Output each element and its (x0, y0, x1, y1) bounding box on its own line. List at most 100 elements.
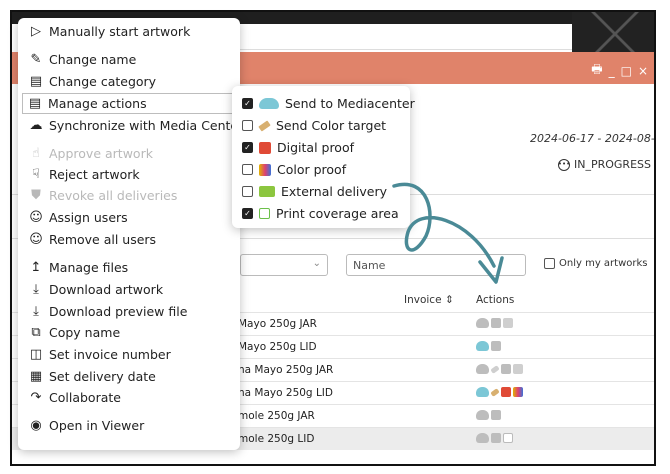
menu-item-download-artwork[interactable]: ⤓ Download artwork (28, 282, 163, 297)
row-actions (476, 341, 501, 351)
checkbox-icon[interactable] (242, 120, 253, 131)
menu-item-reject-artwork[interactable]: ☟ Reject artwork (28, 167, 140, 182)
name-filter-input[interactable] (346, 254, 526, 276)
palette-icon (259, 163, 271, 176)
cloud-icon (476, 387, 489, 397)
checkbox-checked-icon[interactable]: ✓ (242, 208, 253, 219)
pdf-icon (491, 410, 501, 420)
menu-item-manually-start-artwork[interactable]: ▷ Manually start artwork (28, 24, 190, 39)
menu-item-revoke-all-deliveries: ⛊ Revoke all deliveries (28, 188, 177, 203)
truck-icon (259, 186, 275, 197)
submenu-item-label: Send Color target (276, 118, 387, 133)
menu-item-label: Set invoice number (49, 347, 171, 362)
background-toolbar (240, 24, 572, 50)
row-actions (476, 433, 513, 443)
manage-actions-submenu: ✓ Send to Mediacenter Send Color target … (232, 86, 415, 228)
date-range: 2024-06-17 - 2024-08-29 (530, 132, 656, 145)
submenu-item-color-proof[interactable]: Color proof (242, 162, 346, 177)
chevron-down-icon: ⌄ (312, 258, 321, 269)
row-actions (476, 318, 513, 328)
download-icon: ⤓ (33, 304, 39, 319)
filter-select[interactable]: ⌄ (240, 254, 328, 276)
maximize-icon[interactable]: □ (621, 64, 632, 78)
menu-item-manage-actions[interactable]: ▤ Manage actions (22, 93, 238, 114)
cloud-icon (476, 410, 489, 420)
row-name: Mayo 250g LID (238, 341, 317, 353)
checkbox-checked-icon[interactable]: ✓ (242, 142, 253, 153)
invoice-icon: ◫ (29, 347, 43, 362)
pencil-icon (490, 364, 500, 374)
row-name: na Mayo 250g JAR (238, 364, 334, 376)
checkbox-icon[interactable] (242, 186, 253, 197)
actions-column-header: Actions (476, 294, 515, 306)
submenu-item-external-delivery[interactable]: External delivery (242, 184, 387, 199)
status-dots-icon: ••• (558, 158, 570, 171)
close-icon[interactable]: × (638, 64, 648, 78)
row-name: Mayo 250g JAR (238, 318, 317, 330)
menu-item-label: Collaborate (49, 390, 121, 405)
cloud-icon (259, 98, 279, 109)
menu-item-assign-users[interactable]: ☺ Assign users (28, 210, 127, 225)
menu-item-label: Copy name (49, 325, 121, 340)
background-thumbnail (572, 12, 654, 56)
menu-item-copy-name[interactable]: ⧉ Copy name (28, 325, 120, 340)
calendar-icon: ▦ (29, 369, 43, 384)
menu-item-change-name[interactable]: ✎ Change name (28, 52, 137, 67)
pdf-icon (259, 141, 271, 154)
menu-item-set-invoice-number[interactable]: ◫ Set invoice number (28, 347, 171, 362)
menu-item-download-preview-file[interactable]: ⤓ Download preview file (28, 304, 187, 319)
user-plus-icon: ☺ (29, 210, 43, 225)
menu-item-label: Revoke all deliveries (49, 188, 178, 203)
pdf-icon (501, 364, 511, 374)
row-actions (476, 364, 523, 374)
truck-icon: ⛊ (31, 188, 41, 203)
menu-item-set-delivery-date[interactable]: ▦ Set delivery date (28, 369, 156, 384)
cloud-icon (476, 433, 489, 443)
menu-item-remove-all-users[interactable]: ☺ Remove all users (28, 232, 156, 247)
menu-item-label: Manage files (49, 260, 129, 275)
thumbs-up-icon: ☝ (32, 146, 40, 161)
thumbs-down-icon: ☟ (32, 167, 40, 182)
checkbox-icon[interactable] (544, 258, 555, 269)
submenu-item-send-to-mediacenter[interactable]: ✓ Send to Mediacenter (242, 96, 415, 111)
menu-item-label: Synchronize with Media Center (49, 118, 244, 133)
pdf-icon (491, 318, 501, 328)
submenu-item-label: Digital proof (277, 140, 355, 155)
submenu-item-digital-proof[interactable]: ✓ Digital proof (242, 140, 354, 155)
only-my-artworks-label: Only my artworks (559, 258, 648, 269)
palette-icon (513, 387, 523, 397)
submenu-item-print-coverage-area[interactable]: ✓ Print coverage area (242, 206, 399, 221)
only-my-artworks-checkbox[interactable]: Only my artworks (544, 258, 648, 269)
menu-item-label: Change category (49, 74, 157, 89)
checkbox-icon[interactable] (242, 164, 253, 175)
eye-icon: ◉ (30, 418, 42, 433)
menu-item-label: Download artwork (49, 282, 164, 297)
row-actions (476, 387, 523, 397)
printer-stack-icon: ▤ (29, 74, 43, 89)
row-name: mole 250g LID (238, 433, 315, 445)
menu-item-label: Manually start artwork (49, 24, 191, 39)
status-text: IN_PROGRESS (574, 158, 651, 171)
menu-item-label: Open in Viewer (49, 418, 145, 433)
menu-item-approve-artwork: ☝ Approve artwork (28, 146, 153, 161)
menu-item-collaborate[interactable]: ↷ Collaborate (28, 390, 121, 405)
menu-item-synchronize-media-center[interactable]: ☁ Synchronize with Media Center (28, 118, 244, 133)
pencil-icon: ✎ (30, 52, 42, 67)
invoice-column-header[interactable]: Invoice ⇕ (404, 294, 454, 306)
minimize-icon[interactable]: _ (609, 64, 615, 78)
menu-item-open-in-viewer[interactable]: ◉ Open in Viewer (28, 418, 144, 433)
monitor-icon[interactable]: 🖶 (591, 60, 602, 81)
menu-item-manage-files[interactable]: ↥ Manage files (28, 260, 129, 275)
checkbox-checked-icon[interactable]: ✓ (242, 98, 253, 109)
menu-item-label: Reject artwork (49, 167, 140, 182)
submenu-item-label: Color proof (277, 162, 347, 177)
printer-stack-icon: ▤ (28, 96, 42, 111)
cloud-icon (476, 341, 489, 351)
submenu-item-label: External delivery (281, 184, 388, 199)
upload-icon: ↥ (30, 260, 42, 275)
cloud-icon (476, 318, 489, 328)
coverage-icon (259, 208, 270, 219)
submenu-item-send-color-target[interactable]: Send Color target (242, 118, 386, 133)
menu-item-change-category[interactable]: ▤ Change category (28, 74, 156, 89)
submenu-item-label: Print coverage area (276, 206, 399, 221)
